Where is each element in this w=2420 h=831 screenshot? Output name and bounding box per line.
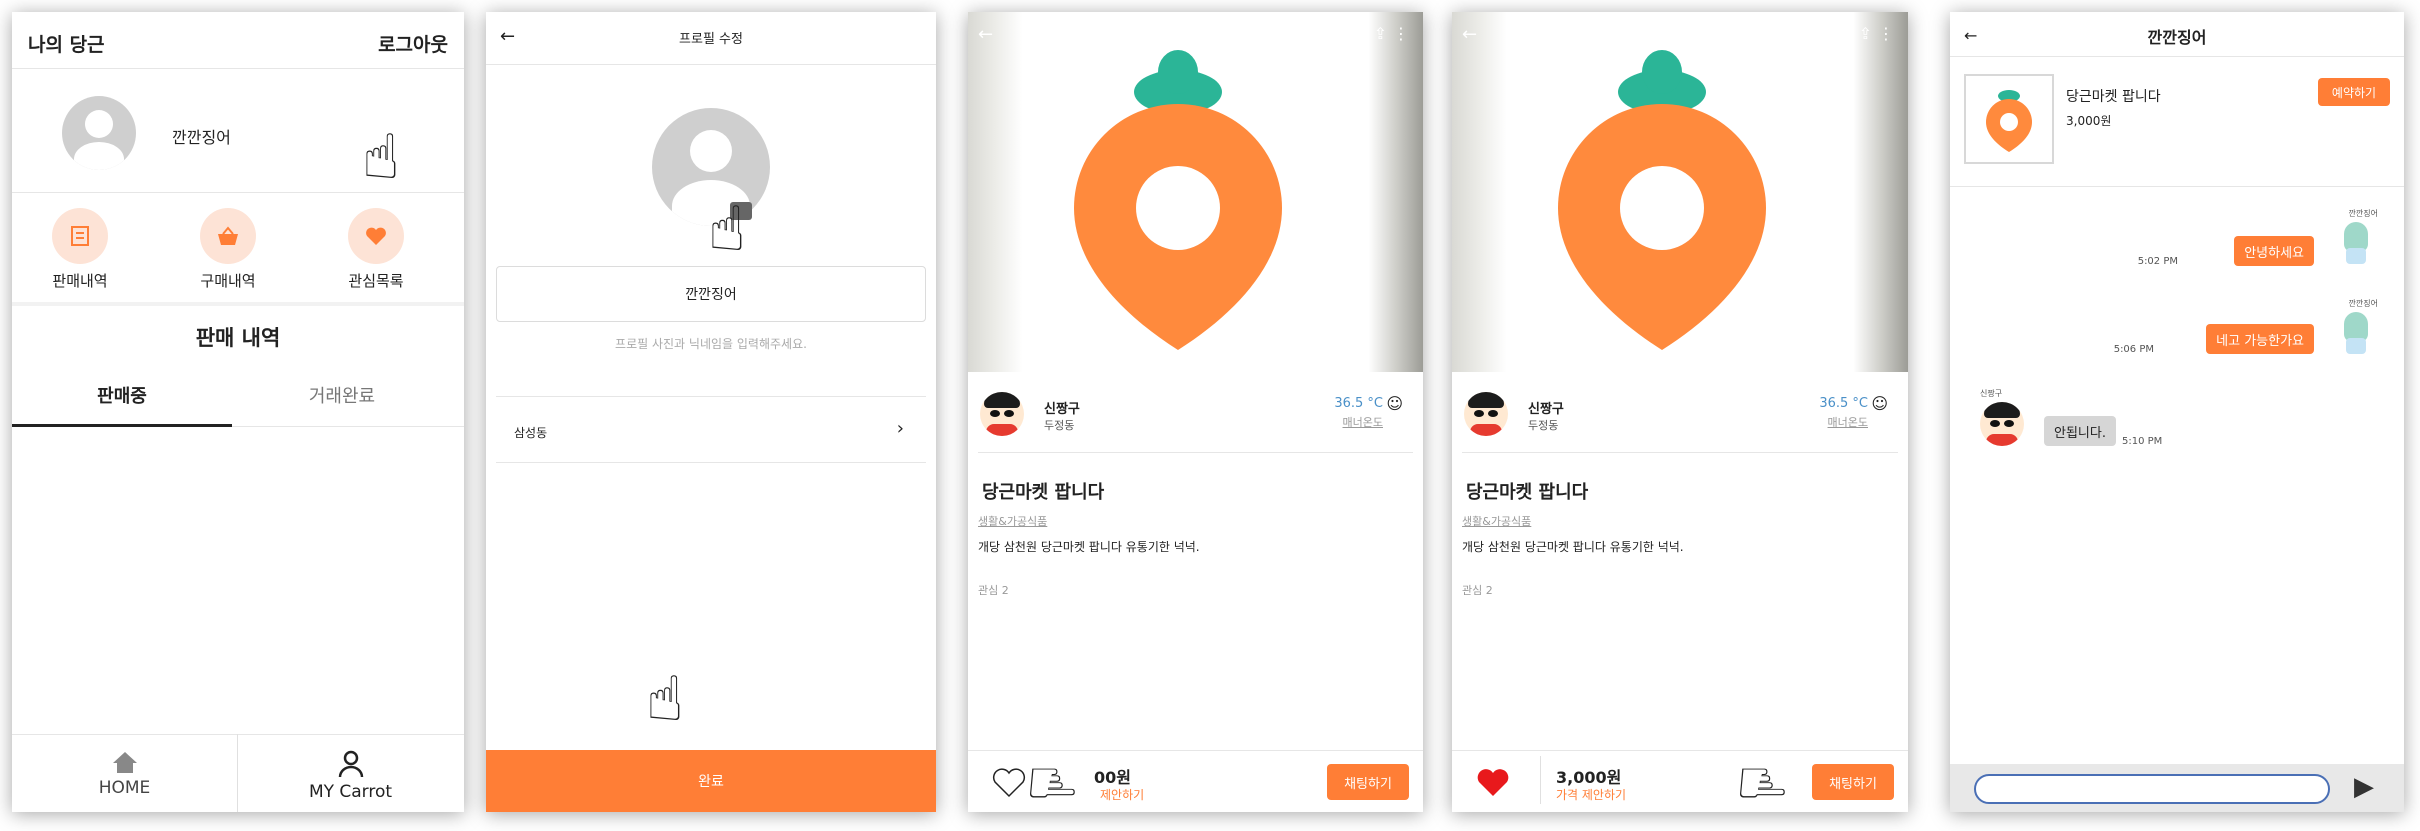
menu-label-sales: 판매내역 — [52, 272, 108, 290]
seller-area: 두정동 — [1044, 419, 1075, 432]
product-price: 3,000원 — [2066, 114, 2112, 128]
page-title: 프로필 수정 — [679, 32, 743, 47]
nav-my-carrot-label: MY Carrot — [308, 782, 393, 802]
basket-icon — [218, 226, 238, 245]
pointing-hand-icon: ☝ — [1724, 764, 1798, 802]
manner-temp: 36.5 °C — [1819, 396, 1868, 411]
price-offer-link[interactable]: 가격 제안하기 — [1556, 786, 1626, 803]
pointing-hand-icon: ☝ — [1014, 764, 1088, 802]
location-label[interactable]: 삼성동 — [514, 424, 547, 441]
smile-icon: ☺ — [1386, 394, 1403, 413]
seller-avatar[interactable] — [980, 392, 1024, 436]
wishlist-button[interactable] — [348, 208, 404, 264]
message-time: 5:10 PM — [2122, 436, 2163, 447]
message-bubble: 안녕하세요 — [2234, 236, 2314, 266]
nav-home-label: HOME — [98, 778, 151, 798]
product-category[interactable]: 생활&가공식품 — [1462, 513, 1531, 529]
back-button[interactable]: ← — [1462, 24, 1477, 45]
likes-count: 관심 2 — [1462, 584, 1493, 597]
section-title: 판매 내역 — [195, 326, 281, 350]
nav-home[interactable]: HOME — [12, 750, 237, 798]
tab-selling[interactable]: 판매중 — [12, 382, 232, 408]
hint-text: 프로필 사진과 닉네임을 입력해주세요. — [615, 337, 807, 351]
chat-button[interactable]: 채팅하기 — [1812, 764, 1894, 800]
receipt-icon — [71, 226, 89, 246]
chat-button[interactable]: 채팅하기 — [1327, 764, 1409, 800]
price: 00원 — [1094, 768, 1131, 787]
product-thumbnail[interactable] — [1964, 74, 2054, 164]
send-icon[interactable]: ▶ — [2354, 772, 2374, 802]
more-icon[interactable]: ⋮ — [1393, 24, 1409, 43]
smile-icon: ☺ — [1871, 394, 1888, 413]
pointing-hand-icon: ☝ — [646, 662, 684, 735]
squidward-avatar — [2336, 312, 2376, 356]
product-image — [968, 12, 1423, 372]
product-detail-liked-screen: ← ⇪ ⋮ 신짱구 두정동 36.5 °C ☺ 매너온도 당근마켓 팝니다 생활… — [1452, 12, 1908, 812]
tab-indicator — [12, 424, 232, 427]
my-carrot-screen: 나의 당근 로그아웃 깐깐징어 ☝ 판매내역 구매내역 관심목록 판매 내역 판… — [12, 12, 464, 812]
manner-temp-label[interactable]: 매너온도 — [1343, 414, 1383, 430]
chat-screen: ← 깐깐징어 당근마켓 팝니다 3,000원 예약하기 깐깐징어 안녕하세요 5… — [1950, 12, 2404, 812]
share-icon[interactable]: ⇪ — [1374, 24, 1387, 43]
avatar[interactable] — [62, 96, 136, 170]
product-description: 개당 삼천원 당근마켓 팝니다 유통기한 넉넉. — [978, 540, 1200, 554]
person-icon — [338, 750, 363, 778]
profile-edit-screen: ← 프로필 수정 ☝ 깐깐징어 프로필 사진과 닉네임을 입력해주세요. 삼성동… — [486, 12, 936, 812]
nickname-field[interactable]: 깐깐징어 — [496, 266, 926, 322]
heart-filled-icon[interactable] — [1476, 768, 1510, 802]
seller-name: 신짱구 — [1528, 402, 1564, 417]
product-description: 개당 삼천원 당근마켓 팝니다 유통기한 넉넉. — [1462, 540, 1684, 554]
seller-avatar[interactable] — [1464, 392, 1508, 436]
product-title: 당근마켓 팝니다 — [2066, 89, 2161, 105]
manner-temp-label[interactable]: 매너온도 — [1828, 414, 1868, 430]
share-icon[interactable]: ⇪ — [1859, 24, 1872, 43]
message-time: 5:02 PM — [2137, 256, 2178, 267]
shinchan-avatar — [1980, 402, 2024, 446]
pointing-hand-icon: ☝ — [708, 192, 746, 265]
sales-history-button[interactable] — [52, 208, 108, 264]
price-offer-link[interactable]: 제안하기 — [1100, 786, 1144, 803]
tab-completed[interactable]: 거래완료 — [232, 382, 452, 408]
page-title: 나의 당근 — [28, 34, 105, 56]
product-title: 당근마켓 팝니다 — [982, 482, 1105, 503]
sender-name: 깐깐징어 — [2348, 299, 2378, 308]
squidward-avatar — [2336, 222, 2376, 266]
chevron-right-icon[interactable]: › — [897, 418, 904, 439]
carrot-logo-icon — [1074, 50, 1282, 350]
message-time: 5:06 PM — [2113, 344, 2154, 355]
back-button[interactable]: ← — [978, 24, 993, 45]
menu-label-purchase: 구매내역 — [200, 272, 256, 290]
more-icon[interactable]: ⋮ — [1878, 24, 1894, 43]
logout-button[interactable]: 로그아웃 — [378, 30, 448, 57]
sender-name: 신짱구 — [1980, 389, 2003, 398]
heart-icon — [366, 227, 386, 245]
reserve-button[interactable]: 예약하기 — [2318, 78, 2390, 106]
seller-name: 신짱구 — [1044, 402, 1080, 417]
product-category[interactable]: 생활&가공식품 — [978, 513, 1047, 529]
nav-my-carrot[interactable]: MY Carrot — [237, 750, 464, 802]
product-image — [1452, 12, 1908, 372]
done-button[interactable]: 완료 — [486, 750, 936, 812]
purchase-history-button[interactable] — [200, 208, 256, 264]
price: 3,000원 — [1556, 768, 1622, 787]
product-detail-screen: ← ⇪ ⋮ 신짱구 두정동 36.5 °C ☺ 매너온도 당근마켓 팝니다 생활… — [968, 12, 1423, 812]
message-input[interactable] — [1974, 774, 2330, 804]
manner-temp: 36.5 °C — [1334, 396, 1383, 411]
message-bubble: 안됩니다. — [2044, 416, 2116, 446]
likes-count: 관심 2 — [978, 584, 1009, 597]
carrot-logo-icon — [1558, 50, 1766, 350]
pointing-hand-icon: ☝ — [362, 120, 400, 193]
message-bubble: 네고 가능한가요 — [2206, 324, 2314, 354]
seller-area: 두정동 — [1528, 419, 1559, 432]
chat-partner-name: 깐깐징어 — [2147, 28, 2207, 47]
home-icon — [112, 752, 137, 773]
username: 깐깐징어 — [172, 128, 231, 147]
product-title: 당근마켓 팝니다 — [1466, 482, 1589, 503]
carrot-logo-icon — [1986, 90, 2032, 152]
sender-name: 깐깐징어 — [2348, 209, 2378, 218]
menu-label-wishlist: 관심목록 — [348, 272, 404, 290]
